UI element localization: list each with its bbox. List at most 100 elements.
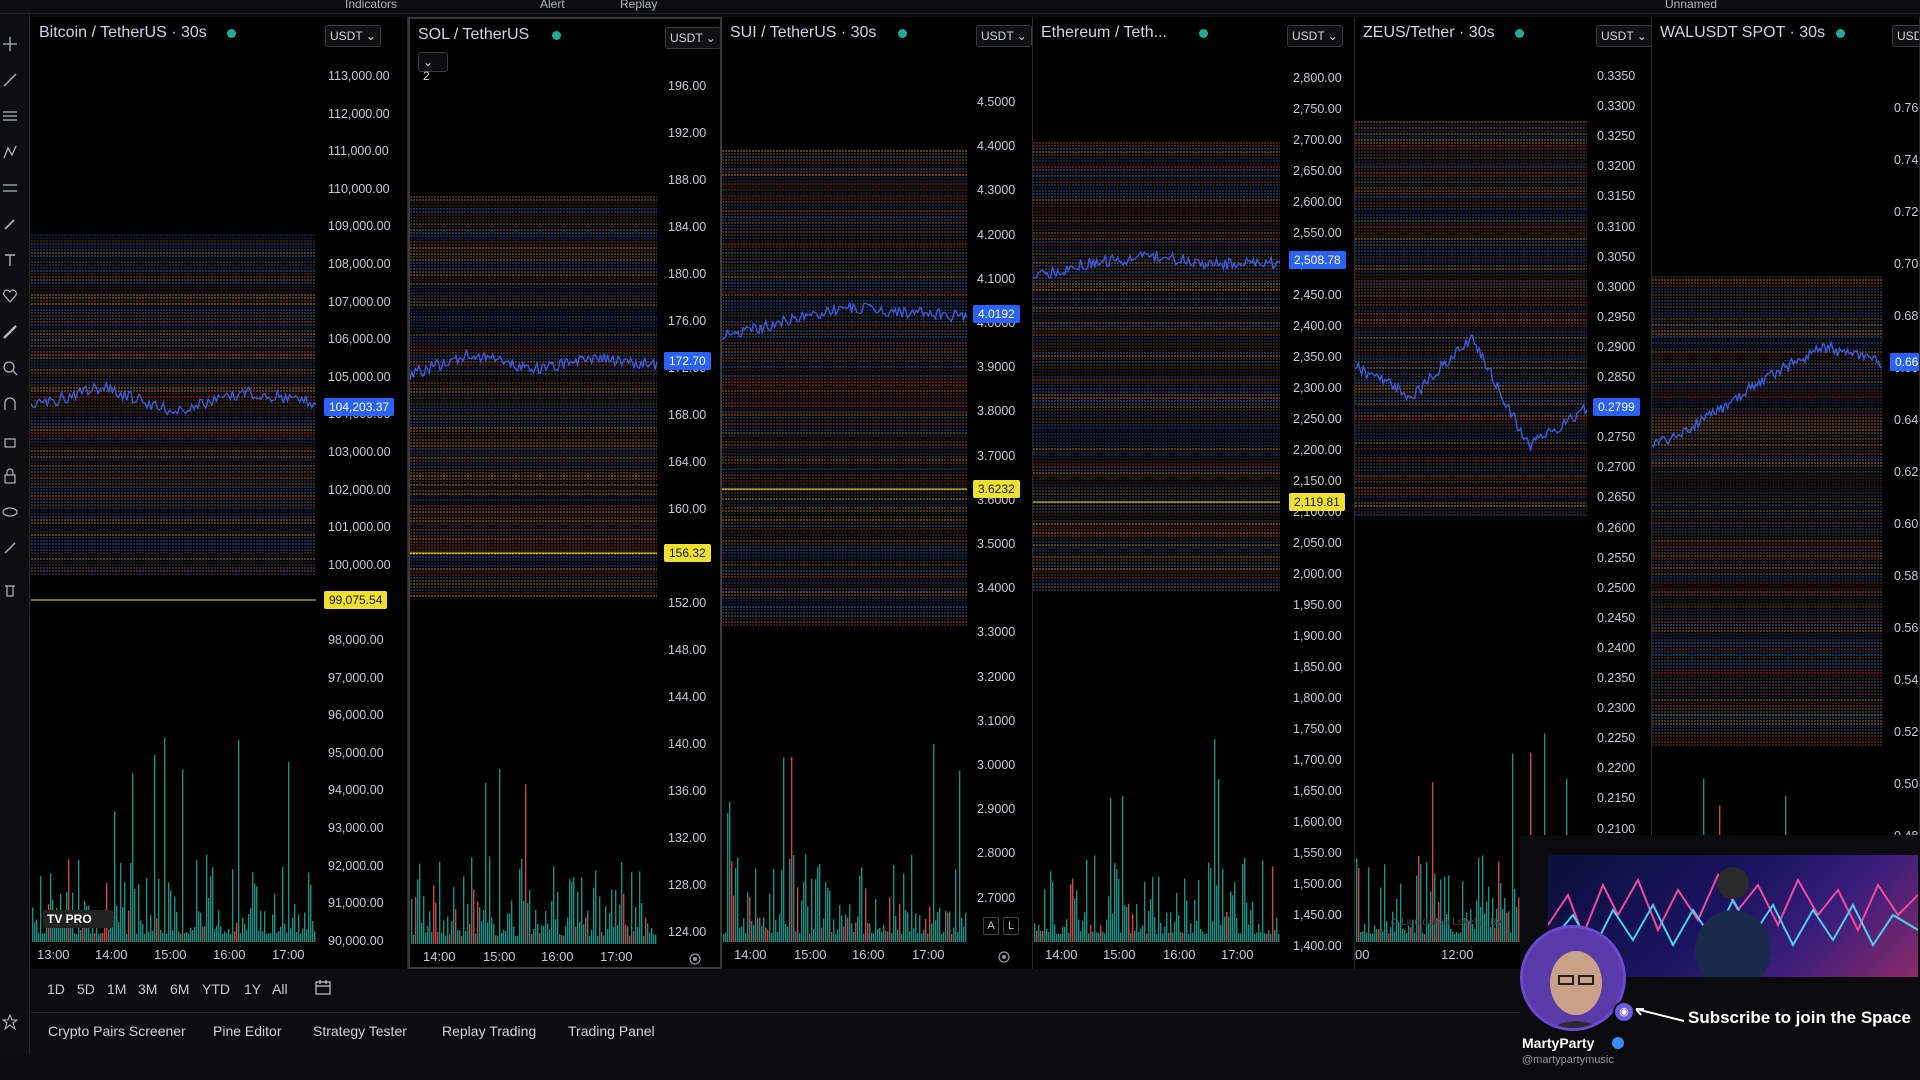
time-axis-label: 17:00 <box>912 947 945 962</box>
magnet-icon[interactable] <box>2 396 18 412</box>
price-axis-label: 109,000.00 <box>328 219 391 234</box>
trash-icon[interactable] <box>2 582 18 598</box>
range-1y[interactable]: 1Y <box>244 981 261 997</box>
auto-scale-button[interactable]: A <box>983 917 999 935</box>
brush-icon[interactable] <box>2 216 18 232</box>
range-1m[interactable]: 1M <box>107 981 126 997</box>
calendar-icon[interactable] <box>314 978 332 996</box>
tab-crypto-pairs-screener[interactable]: Crypto Pairs Screener <box>48 1023 186 1039</box>
plot-area[interactable] <box>410 19 720 967</box>
volume-bar <box>1266 933 1268 942</box>
volume-bar <box>591 929 593 944</box>
symbol-title[interactable]: SOL / TetherUS <box>418 26 529 44</box>
volume-bar <box>911 854 913 942</box>
volume-bar <box>1038 924 1040 942</box>
last-price-tag: 0.66 <box>1890 353 1919 371</box>
lock-drawing-icon[interactable] <box>2 432 18 448</box>
replay-button[interactable]: Replay <box>620 0 657 11</box>
volume-bar <box>140 920 142 942</box>
volume-bar <box>535 909 537 944</box>
zoom-icon[interactable] <box>2 360 18 376</box>
range-1d[interactable]: 1D <box>47 981 65 997</box>
price-axis-label: 103,000.00 <box>328 445 391 459</box>
indicators-button[interactable]: Indicators <box>345 0 397 11</box>
symbol-title[interactable]: ZEUS/Tether · 30s <box>1363 24 1495 42</box>
chart-pane-btc[interactable]: Bitcoin / TetherUS · 30s USDT ⌄ 113,000.00… <box>31 17 408 969</box>
symbol-title[interactable]: Ethereum / Teth... <box>1041 24 1167 42</box>
currency-unit-dropdown[interactable]: USDT ⌄ <box>1287 25 1343 47</box>
layout-name-button[interactable]: Unnamed <box>1665 0 1717 11</box>
symbol-title[interactable]: WALUSDT SPOT · 30s <box>1660 24 1825 42</box>
gear-icon[interactable] <box>688 952 702 966</box>
volume-bar <box>314 931 316 942</box>
currency-unit-dropdown[interactable]: USDT ⌄ <box>665 27 720 49</box>
trend-line-icon[interactable] <box>2 72 18 88</box>
star-icon[interactable] <box>2 1014 18 1030</box>
price-axis-label: 3.1000 <box>977 713 1016 728</box>
gear-icon[interactable] <box>997 950 1011 964</box>
time-axis-label: 17:00 <box>272 947 305 962</box>
volume-bar <box>875 898 877 942</box>
ruler-icon[interactable] <box>2 324 18 340</box>
heart-icon[interactable] <box>2 288 18 304</box>
eye-icon[interactable] <box>2 504 18 520</box>
price-axis-label: 0.3300 <box>1597 99 1636 114</box>
chart-pane-wal[interactable]: WALUSDT SPOT · 30s USD ⌄ 0.76 0.74 0.72 0.70 0… <box>1652 17 1920 969</box>
tab-trading-panel[interactable]: Trading Panel <box>568 1023 655 1039</box>
volume-bar <box>897 929 899 942</box>
chart-pane-eth[interactable]: Ethereum / Teth... USDT ⌄ 2,800.00 2,750.00… <box>1033 17 1355 969</box>
price-axis-label: 3.3000 <box>977 625 1016 640</box>
volume-bar <box>1082 920 1084 942</box>
legend-toggle-button[interactable]: ⌄ 2 <box>418 52 448 83</box>
range-ytd[interactable]: YTD <box>202 981 230 997</box>
lock-icon[interactable] <box>2 468 18 484</box>
currency-unit-dropdown[interactable]: USDT ⌄ <box>976 25 1032 47</box>
symbol-title[interactable]: SUI / TetherUS · 30s <box>730 24 876 42</box>
currency-unit-dropdown[interactable]: USDT ⌄ <box>1596 25 1651 47</box>
volume-bar <box>421 922 423 944</box>
volume-bar <box>929 906 931 942</box>
text-icon[interactable] <box>2 252 18 268</box>
volume-bar <box>1122 796 1124 942</box>
tab-replay-trading[interactable]: Replay Trading <box>442 1023 536 1039</box>
volume-bar <box>150 914 152 942</box>
market-open-status-icon <box>1515 29 1524 38</box>
volume-bar <box>1148 911 1150 942</box>
volume-bar <box>1508 911 1510 942</box>
avatar[interactable] <box>1520 925 1626 1031</box>
streamer-name[interactable]: MartyParty <box>1522 1035 1594 1051</box>
time-axis-label: 15:00 <box>154 947 187 962</box>
volume-bar <box>575 926 577 944</box>
symbol-title[interactable]: Bitcoin / TetherUS · 30s <box>39 24 207 42</box>
link-icon[interactable] <box>2 540 18 556</box>
currency-unit-dropdown[interactable]: USDT ⌄ <box>325 25 381 47</box>
volume-bar <box>1414 932 1416 942</box>
volume-bar <box>1080 931 1082 942</box>
alert-button[interactable]: Alert <box>540 0 565 11</box>
crosshair-icon[interactable] <box>2 36 18 52</box>
tab-pine-editor[interactable]: Pine Editor <box>213 1023 281 1039</box>
volume-bar <box>861 867 863 942</box>
volume-bar <box>1096 932 1098 942</box>
volume-bar <box>1278 933 1280 942</box>
plot-area[interactable] <box>1652 17 1919 969</box>
chart-pane-zeus[interactable]: ZEUS/Tether · 30s USDT ⌄ 0.3350 0.3300 0.325… <box>1355 17 1652 969</box>
currency-unit-dropdown[interactable]: USD ⌄ <box>1892 25 1919 47</box>
forecast-icon[interactable] <box>2 180 18 196</box>
range-all[interactable]: All <box>272 981 288 997</box>
range-5d[interactable]: 5D <box>77 981 95 997</box>
chart-pane-sui[interactable]: SUI / TetherUS · 30s USDT ⌄ 4.5000 4.4000 4.… <box>722 17 1033 969</box>
volume-bar <box>1050 871 1052 942</box>
range-6m[interactable]: 6M <box>170 981 189 997</box>
chart-pane-sol[interactable]: SOL / TetherUS USDT ⌄ ⌄ 2 196.00 192.00 188.0… <box>408 17 722 969</box>
log-scale-button[interactable]: L <box>1003 917 1019 935</box>
pattern-icon[interactable] <box>2 144 18 160</box>
volume-bar <box>525 784 527 944</box>
fib-icon[interactable] <box>2 108 18 124</box>
volume-bar <box>78 860 80 942</box>
range-3m[interactable]: 3M <box>138 981 157 997</box>
volume-bar <box>142 924 144 942</box>
tab-strategy-tester[interactable]: Strategy Tester <box>313 1023 407 1039</box>
volume-bar <box>649 932 651 944</box>
volume-bar <box>1108 896 1110 942</box>
